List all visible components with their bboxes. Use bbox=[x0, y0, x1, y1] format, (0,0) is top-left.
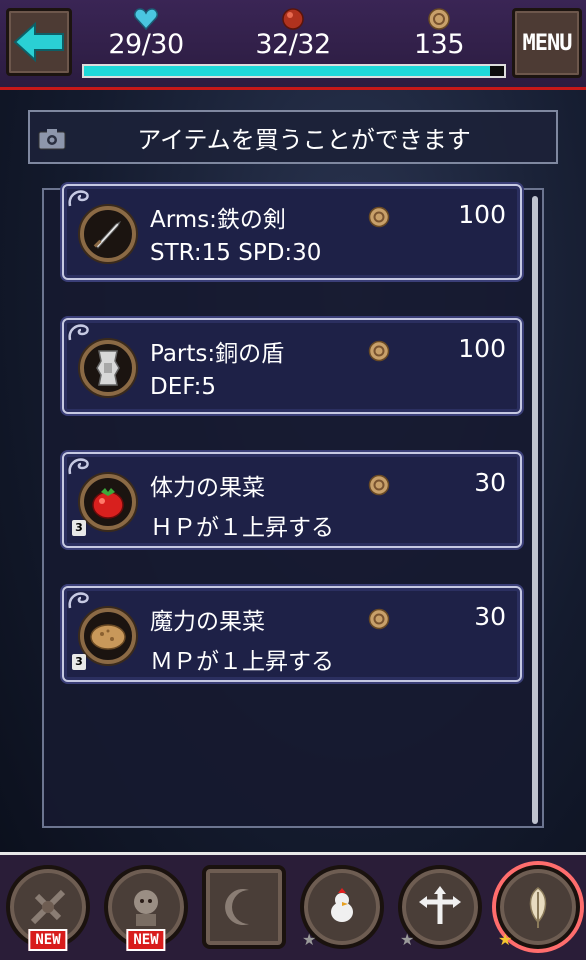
shop-notice: アイテムを買うことができます bbox=[28, 110, 558, 164]
shop-item-copper-shield[interactable]: Parts:銅の盾 DEF:5 100 bbox=[62, 318, 522, 414]
top-bar: 29/30 32/32 135 MENU bbox=[0, 0, 586, 90]
mp-value: 32/32 bbox=[255, 29, 331, 60]
menu-label: MENU bbox=[522, 30, 573, 56]
item-name: 魔力の果菜 bbox=[150, 609, 265, 635]
chicken-icon bbox=[331, 888, 353, 922]
coin-icon bbox=[368, 608, 390, 630]
item-name: Parts:銅の盾 bbox=[150, 341, 285, 367]
item-qty-badge: 3 bbox=[72, 654, 86, 670]
star-icon: ★ bbox=[498, 930, 513, 949]
feather-icon bbox=[529, 887, 547, 928]
item-desc: ＭＰが１上昇する bbox=[150, 649, 334, 675]
red-fruit-icon bbox=[80, 474, 136, 530]
red-orb-icon bbox=[282, 8, 304, 30]
shop-item-mp-fruit[interactable]: 3 魔力の果菜 ＭＰが１上昇する 30 bbox=[62, 586, 522, 682]
iron-sword-icon bbox=[80, 206, 136, 262]
notice-text: アイテムを買うことができます bbox=[137, 125, 471, 154]
new-badge: NEW bbox=[28, 929, 68, 951]
coin-icon bbox=[368, 474, 390, 496]
coin-icon bbox=[368, 340, 390, 362]
crossroad-icon bbox=[419, 886, 461, 924]
skills-icon bbox=[30, 889, 66, 925]
camera-icon[interactable] bbox=[38, 128, 66, 150]
item-name: 体力の果菜 bbox=[150, 475, 265, 501]
nav-character-button[interactable]: NEW bbox=[104, 865, 188, 951]
gold-value: 135 bbox=[413, 29, 465, 60]
character-icon bbox=[134, 890, 158, 926]
hp-bar-fill bbox=[84, 66, 491, 76]
item-name: Arms:鉄の剣 bbox=[150, 207, 286, 233]
item-desc: DEF:5 bbox=[150, 374, 217, 400]
swirl-ornament-icon bbox=[68, 592, 89, 609]
shop-scrollbar[interactable] bbox=[532, 196, 538, 824]
hp-stat: 29/30 bbox=[86, 8, 206, 66]
hp-value: 29/30 bbox=[108, 29, 184, 60]
swirl-ornament-icon bbox=[68, 190, 89, 207]
nav-moon-button[interactable] bbox=[202, 865, 286, 949]
star-icon: ★ bbox=[400, 930, 415, 949]
shop-item-iron-sword[interactable]: Arms:鉄の剣 STR:15 SPD:30 100 bbox=[62, 184, 522, 280]
mp-stat: 32/32 bbox=[233, 8, 353, 66]
copper-shield-icon bbox=[80, 340, 136, 396]
bottom-nav: NEW NEW ★ ★ ★ bbox=[0, 852, 586, 960]
heart-icon bbox=[134, 8, 158, 30]
nav-chicken-button[interactable]: ★ bbox=[300, 865, 384, 949]
shop-item-hp-fruit[interactable]: 3 体力の果菜 ＨＰが１上昇する 30 bbox=[62, 452, 522, 548]
back-button[interactable] bbox=[6, 8, 72, 76]
back-arrow-icon bbox=[13, 22, 64, 62]
swirl-ornament-icon bbox=[68, 324, 89, 341]
nav-feather-button[interactable]: ★ bbox=[496, 865, 580, 949]
gold-stat: 135 bbox=[379, 8, 499, 66]
swirl-ornament-icon bbox=[68, 458, 89, 475]
item-desc: STR:15 SPD:30 bbox=[150, 240, 322, 266]
menu-button[interactable]: MENU bbox=[512, 8, 582, 78]
nav-skills-button[interactable]: NEW bbox=[6, 865, 90, 951]
item-price: 100 bbox=[458, 200, 506, 229]
item-desc: ＨＰが１上昇する bbox=[150, 515, 334, 541]
coin-icon bbox=[428, 8, 450, 30]
bread-fruit-icon bbox=[80, 608, 136, 664]
nav-crossroad-button[interactable]: ★ bbox=[398, 865, 482, 949]
item-qty-badge: 3 bbox=[72, 520, 86, 536]
star-icon: ★ bbox=[302, 930, 317, 949]
item-price: 100 bbox=[458, 334, 506, 363]
hp-bar bbox=[82, 64, 506, 78]
item-price: 30 bbox=[474, 602, 506, 631]
coin-icon bbox=[368, 206, 390, 228]
new-badge: NEW bbox=[126, 929, 166, 951]
moon-icon bbox=[225, 889, 249, 925]
item-price: 30 bbox=[474, 468, 506, 497]
